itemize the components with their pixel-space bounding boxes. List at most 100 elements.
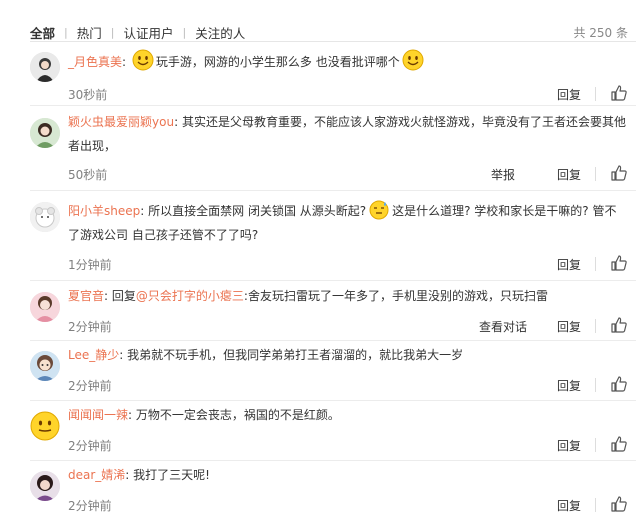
username-colon: :: [119, 348, 124, 362]
reply-button[interactable]: 回复: [557, 497, 581, 514]
avatar[interactable]: [30, 471, 60, 501]
comment-total-count: 共 250 条: [573, 26, 628, 40]
comment-divider: [30, 190, 636, 191]
comment-content: 闻闻闻一辣: 万物不一定会丧志，祸国的不是红颜。: [68, 403, 628, 427]
tab-hot[interactable]: 热门: [77, 23, 102, 42]
reply-button[interactable]: 回复: [557, 437, 581, 454]
comment-username[interactable]: _月色真美: [68, 55, 122, 69]
smiley-avatar-icon: [30, 411, 60, 441]
comment-content: _月色真美: 玩手游，网游的小学生那么多 也没看批评哪个: [68, 49, 628, 74]
action-separator: [595, 167, 596, 181]
like-icon[interactable]: [610, 316, 630, 336]
comment-divider: [30, 280, 636, 281]
username-colon: :: [125, 468, 130, 482]
filter-divider: [30, 41, 636, 42]
reply-button[interactable]: 回复: [557, 318, 581, 335]
action-separator: [595, 257, 596, 271]
comment-actions: 回复: [557, 435, 630, 455]
comment-username[interactable]: Lee_静少: [68, 348, 119, 362]
comment-text: 万物不一定会丧志，祸国的不是红颜。: [135, 408, 340, 422]
comment-content: 颖火虫最爱丽颖you: 其实还是父母教育重要，不能应该人家游戏火就怪游戏，毕竟没…: [68, 110, 628, 158]
like-icon[interactable]: [610, 84, 630, 104]
comment-username[interactable]: 闻闻闻一辣: [68, 408, 128, 422]
report-button[interactable]: 举报: [491, 166, 515, 183]
comment-text: :舍友玩扫雷玩了一年多了，手机里没别的游戏，只玩扫雷: [243, 289, 548, 303]
comment-actions: 回复: [557, 495, 630, 515]
like-icon[interactable]: [610, 164, 630, 184]
smile-emoji-icon: [132, 49, 154, 71]
tab-separator: |: [64, 26, 68, 39]
avatar[interactable]: [30, 351, 60, 381]
comment-text: 我弟就不玩手机，但我同学弟弟打王者溜溜的，就比我弟大一岁: [127, 348, 464, 362]
comment-divider: [30, 400, 636, 401]
tab-verified-users[interactable]: 认证用户: [123, 23, 173, 42]
avatar-image: [30, 118, 60, 148]
avatar[interactable]: [30, 292, 60, 322]
like-icon[interactable]: [610, 375, 630, 395]
username-colon: :: [122, 55, 127, 69]
comment-username[interactable]: 颖火虫最爱丽颖you: [68, 115, 174, 129]
comment-meta: 2分钟前 回复: [68, 435, 630, 455]
comment-text: 所以直接全面禁网 闭关锁国 从源头断起?: [148, 204, 367, 218]
like-icon[interactable]: [610, 495, 630, 515]
like-icon[interactable]: [610, 435, 630, 455]
filter-tabs: 全部 | 热门 | 认证用户 | 关注的人: [30, 23, 245, 42]
avatar[interactable]: [30, 411, 60, 441]
username-colon: :: [174, 115, 179, 129]
comment-divider: [30, 105, 636, 106]
comment-meta: 30秒前 回复: [68, 84, 630, 104]
username-colon: :: [140, 204, 145, 218]
tab-separator: |: [182, 26, 187, 39]
comment-actions: 回复: [557, 375, 630, 395]
action-separator: [595, 438, 596, 452]
comment-actions: 举报 回复: [491, 164, 630, 184]
comment-timestamp: 50秒前: [68, 168, 108, 182]
tab-all[interactable]: 全部: [30, 23, 55, 42]
comment-username[interactable]: 阳小羊sheep: [68, 204, 140, 218]
username-colon: :: [128, 408, 133, 422]
like-icon[interactable]: [610, 254, 630, 274]
avatar-image: [30, 292, 60, 322]
comment-timestamp: 2分钟前: [68, 499, 112, 513]
reply-button[interactable]: 回复: [557, 166, 581, 183]
mention-link[interactable]: @只会打字的小瘪三: [136, 289, 244, 303]
comment-timestamp: 30秒前: [68, 88, 108, 102]
comment-text: 我打了三天呢!: [133, 468, 210, 482]
reply-button[interactable]: 回复: [557, 377, 581, 394]
comment-meta: 2分钟前 回复: [68, 495, 630, 515]
tab-following[interactable]: 关注的人: [195, 23, 245, 42]
comment-content: dear_婧浠: 我打了三天呢!: [68, 463, 628, 487]
comment-content: 阳小羊sheep: 所以直接全面禁网 闭关锁国 从源头断起? 这是什么道理? 学校…: [68, 198, 628, 247]
comment-text: 玩手游，网游的小学生那么多 也没看批评哪个: [155, 55, 400, 69]
avatar-image: [30, 52, 60, 82]
comment-timestamp: 2分钟前: [68, 320, 112, 334]
comment-meta: 50秒前 举报 回复: [68, 164, 630, 184]
smile-emoji-icon: [402, 49, 424, 71]
comment-actions: 回复: [557, 84, 630, 104]
comment-content: Lee_静少: 我弟就不玩手机，但我同学弟弟打王者溜溜的，就比我弟大一岁: [68, 343, 628, 367]
avatar-image: [30, 202, 60, 232]
comment-actions: 回复: [557, 254, 630, 274]
comment-username[interactable]: 夏官音: [68, 289, 104, 303]
tab-separator: |: [110, 26, 115, 39]
comment-meta: 1分钟前 回复: [68, 254, 630, 274]
comment-meta: 2分钟前 回复: [68, 375, 630, 395]
comment-timestamp: 2分钟前: [68, 379, 112, 393]
avatar[interactable]: [30, 52, 60, 82]
avatar[interactable]: [30, 118, 60, 148]
reply-button[interactable]: 回复: [557, 86, 581, 103]
comment-divider: [30, 340, 636, 341]
comment-timestamp: 2分钟前: [68, 439, 112, 453]
comment-divider: [30, 460, 636, 461]
action-separator: [595, 87, 596, 101]
avatar[interactable]: [30, 202, 60, 232]
avatar-image: [30, 471, 60, 501]
username-colon: :: [104, 289, 109, 303]
reply-prefix: 回复: [111, 289, 136, 303]
comment-actions: 查看对话 回复: [479, 316, 630, 336]
action-separator: [595, 498, 596, 512]
view-conversation-button[interactable]: 查看对话: [479, 318, 527, 335]
comment-username[interactable]: dear_婧浠: [68, 468, 125, 482]
comment-content: 夏官音: 回复@只会打字的小瘪三:舍友玩扫雷玩了一年多了，手机里没别的游戏，只玩…: [68, 284, 628, 308]
reply-button[interactable]: 回复: [557, 256, 581, 273]
